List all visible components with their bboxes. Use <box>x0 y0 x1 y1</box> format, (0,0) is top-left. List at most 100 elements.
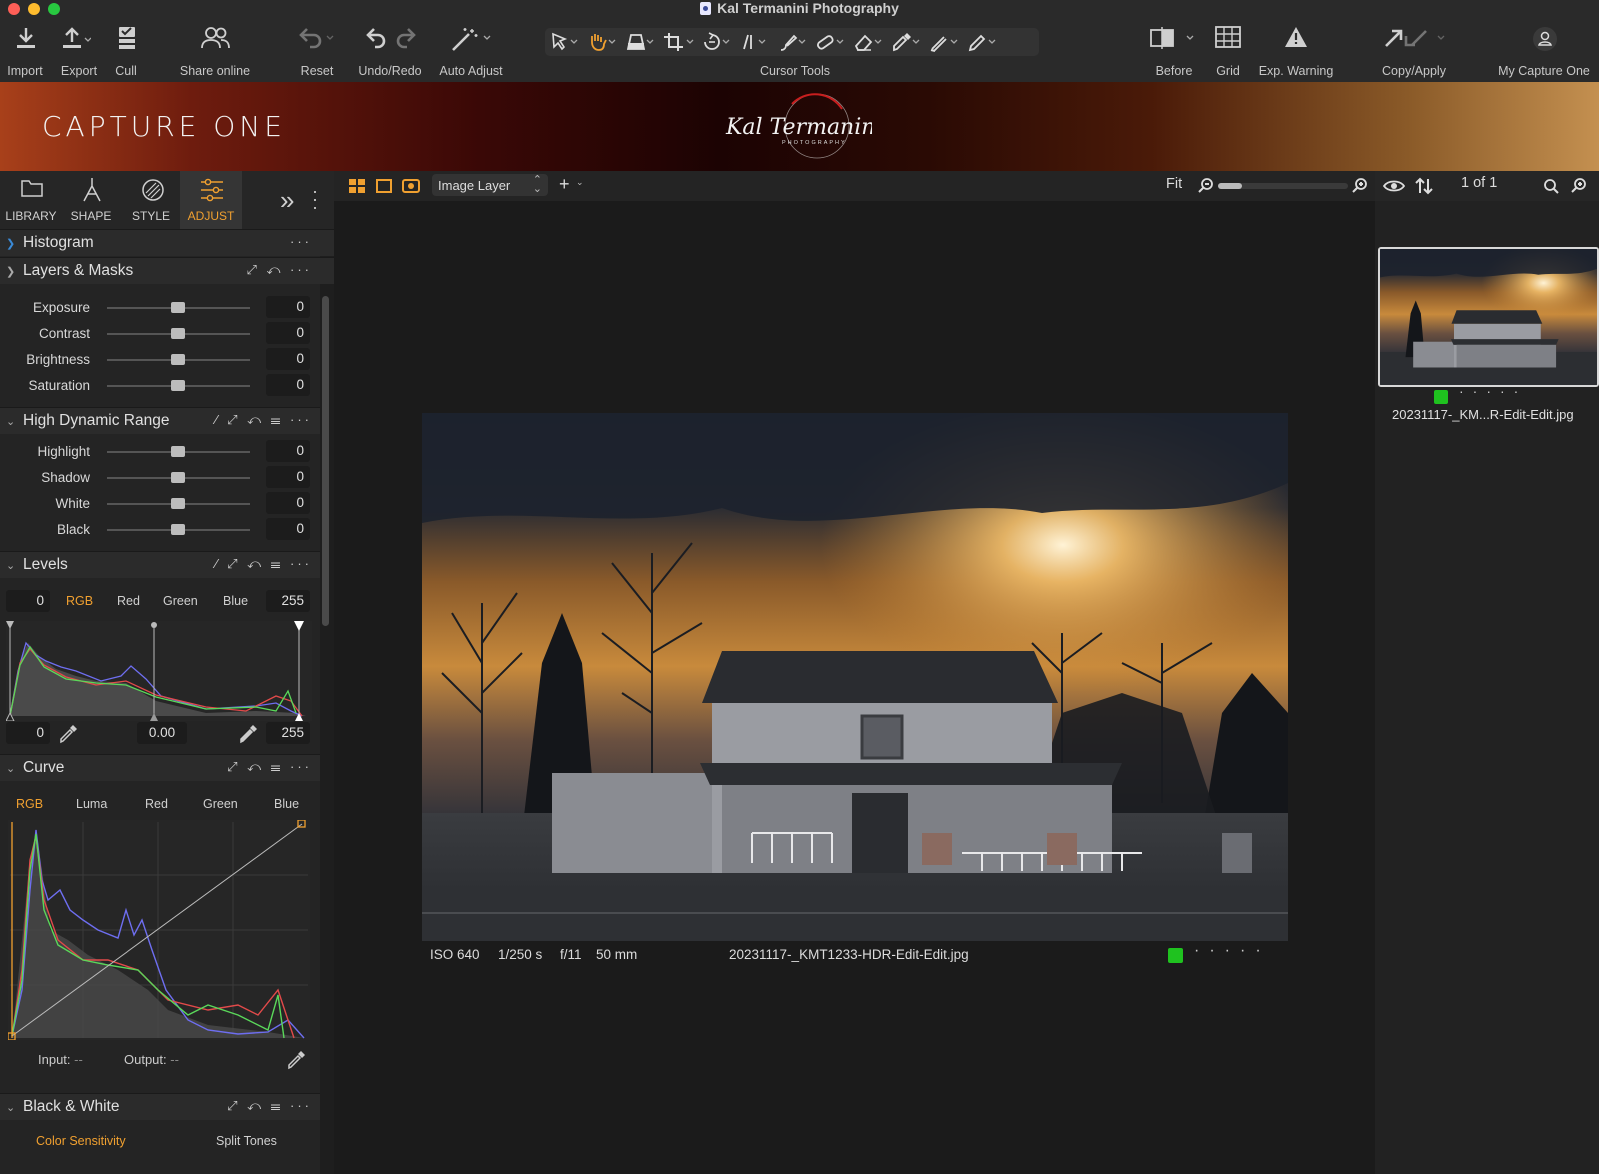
export-button[interactable]: Export <box>52 18 106 82</box>
zoom-slider[interactable] <box>1218 183 1348 189</box>
thumb-star-rating[interactable]: ····· <box>1459 383 1527 399</box>
layer-selector[interactable]: Image Layer ⌃ ⌄ <box>432 174 548 196</box>
slider-knob[interactable] <box>171 328 185 339</box>
slider-knob[interactable] <box>171 354 185 365</box>
shadow-slider[interactable]: Shadow 0 <box>0 465 318 491</box>
exposure-warning-button[interactable]: Exp. Warning <box>1254 18 1338 82</box>
grid-button[interactable]: Grid <box>1210 18 1246 82</box>
exposure-slider[interactable]: Exposure 0 <box>0 295 318 321</box>
slider-value[interactable]: 0 <box>266 492 310 514</box>
color-tag-green[interactable] <box>1168 948 1183 963</box>
slider-knob[interactable] <box>171 446 185 457</box>
single-view-icon[interactable] <box>376 179 392 193</box>
levels-histogram[interactable] <box>6 621 312 721</box>
slider-knob[interactable] <box>171 524 185 535</box>
rotate-cursor-tool[interactable] <box>701 32 733 52</box>
curve-tab-red[interactable]: Red <box>145 797 168 811</box>
eraser-cursor-tool[interactable] <box>853 32 885 52</box>
hdr-section-header[interactable]: ⌄ High Dynamic Range ⁄ ⤢ ↶ ☰ ··· <box>0 407 320 434</box>
levels-tab-green[interactable]: Green <box>163 594 198 608</box>
annotate-cursor-tool[interactable] <box>967 32 999 52</box>
star-rating[interactable]: ····· <box>1194 942 1271 960</box>
slider-value[interactable]: 0 <box>266 466 310 488</box>
section-header-icons[interactable]: ⤢ ↶ ☰ ··· <box>227 1098 312 1114</box>
tools-scrollbar[interactable] <box>322 296 329 626</box>
white-slider[interactable]: White 0 <box>0 491 318 517</box>
tab-adjust[interactable]: ADJUST <box>180 171 242 229</box>
zoom-fit-label[interactable]: Fit <box>1166 176 1182 192</box>
eyedropper-icon[interactable] <box>58 724 78 744</box>
section-menu-icon[interactable]: ··· <box>290 234 312 249</box>
select-cursor-tool[interactable] <box>549 32 581 52</box>
slider-value[interactable]: 0 <box>266 348 310 370</box>
copy-apply-button[interactable]: Copy/Apply <box>1376 18 1452 82</box>
gradient-cursor-tool[interactable] <box>929 32 961 52</box>
levels-input-low[interactable]: 0 <box>6 590 50 612</box>
keystone-cursor-tool[interactable] <box>625 32 657 52</box>
slider-value[interactable]: 0 <box>266 374 310 396</box>
thumbnail[interactable] <box>1378 247 1599 387</box>
levels-section-header[interactable]: ⌄ Levels ⁄ ⤢ ↶ ☰ ··· <box>0 551 320 578</box>
section-header-icons[interactable]: ⁄ ⤢ ↶ ☰ ··· <box>215 556 312 572</box>
slider-value[interactable]: 0 <box>266 440 310 462</box>
my-capture-one-button[interactable]: My Capture One <box>1494 18 1594 82</box>
contrast-slider[interactable]: Contrast 0 <box>0 321 318 347</box>
slider-value[interactable]: 0 <box>266 518 310 540</box>
histogram-section-header[interactable]: ❯ Histogram ··· <box>0 229 334 256</box>
curve-tab-blue[interactable]: Blue <box>274 797 299 811</box>
grid-view-icon[interactable] <box>349 179 365 193</box>
levels-input-high[interactable]: 255 <box>266 590 310 612</box>
thumb-color-tag[interactable] <box>1434 390 1448 404</box>
sort-icon[interactable] <box>1415 177 1433 195</box>
zoom-slider-thumb[interactable] <box>1218 183 1242 189</box>
levels-tab-red[interactable]: Red <box>117 594 140 608</box>
curve-picker-icon[interactable] <box>286 1050 306 1070</box>
minimize-window-button[interactable] <box>28 3 40 15</box>
saturation-slider[interactable]: Saturation 0 <box>0 373 318 399</box>
slider-knob[interactable] <box>171 380 185 391</box>
levels-midpoint[interactable]: 0.00 <box>137 722 187 744</box>
browser-zoom-icon[interactable] <box>1571 178 1587 194</box>
tab-shape[interactable]: SHAPE <box>60 171 122 229</box>
highlight-slider[interactable]: Highlight 0 <box>0 439 318 465</box>
viewer-eye-icon[interactable] <box>402 179 420 193</box>
slider-value[interactable]: 0 <box>266 296 310 318</box>
curve-tab-rgb[interactable]: RGB <box>16 797 43 811</box>
bw-tab-split-tones[interactable]: Split Tones <box>216 1134 277 1148</box>
more-tabs-chevron-icon[interactable]: » <box>280 185 294 216</box>
auto-adjust-button[interactable]: Auto Adjust <box>434 18 508 82</box>
tab-style[interactable]: STYLE <box>120 171 182 229</box>
levels-tab-rgb[interactable]: RGB <box>66 594 93 608</box>
reset-button[interactable]: Reset <box>294 18 340 82</box>
black-slider[interactable]: Black 0 <box>0 517 318 543</box>
levels-tab-blue[interactable]: Blue <box>223 594 248 608</box>
main-photo[interactable] <box>422 413 1288 941</box>
add-layer-icon[interactable]: + <box>559 174 570 195</box>
slider-value[interactable]: 0 <box>266 322 310 344</box>
chevron-down-icon[interactable]: ⌄ <box>576 177 584 188</box>
bw-tab-color-sensitivity[interactable]: Color Sensitivity <box>36 1134 126 1148</box>
share-online-button[interactable]: Share online <box>172 18 258 82</box>
tabs-menu-icon[interactable]: · · · <box>312 182 318 216</box>
levels-output-high[interactable]: 255 <box>266 722 310 744</box>
import-button[interactable]: Import <box>0 18 50 82</box>
cull-button[interactable]: Cull <box>108 18 144 82</box>
before-button[interactable]: Before <box>1148 18 1200 82</box>
eye-icon[interactable] <box>1383 179 1405 193</box>
slider-knob[interactable] <box>171 498 185 509</box>
zoom-window-button[interactable] <box>48 3 60 15</box>
section-header-icons[interactable]: ⁄ ⤢ ↶ ☰ ··· <box>215 412 312 428</box>
brightness-slider[interactable]: Brightness 0 <box>0 347 318 373</box>
search-icon[interactable] <box>1543 178 1559 194</box>
eyedropper-icon[interactable] <box>238 724 258 744</box>
section-header-icons[interactable]: ⤢ ↶ ☰ ··· <box>227 759 312 775</box>
layers-section-header[interactable]: ❯ Layers & Masks ⤢ ↶ ··· <box>0 257 334 284</box>
close-window-button[interactable] <box>8 3 20 15</box>
section-header-icons[interactable]: ⤢ ↶ ··· <box>246 262 312 278</box>
bw-section-header[interactable]: ⌄ Black & White ⤢ ↶ ☰ ··· <box>0 1093 320 1120</box>
zoom-out-icon[interactable] <box>1198 178 1214 194</box>
crop-cursor-tool[interactable] <box>663 32 695 52</box>
curve-tab-luma[interactable]: Luma <box>76 797 107 811</box>
curve-tab-green[interactable]: Green <box>203 797 238 811</box>
pan-cursor-tool[interactable] <box>587 32 619 52</box>
